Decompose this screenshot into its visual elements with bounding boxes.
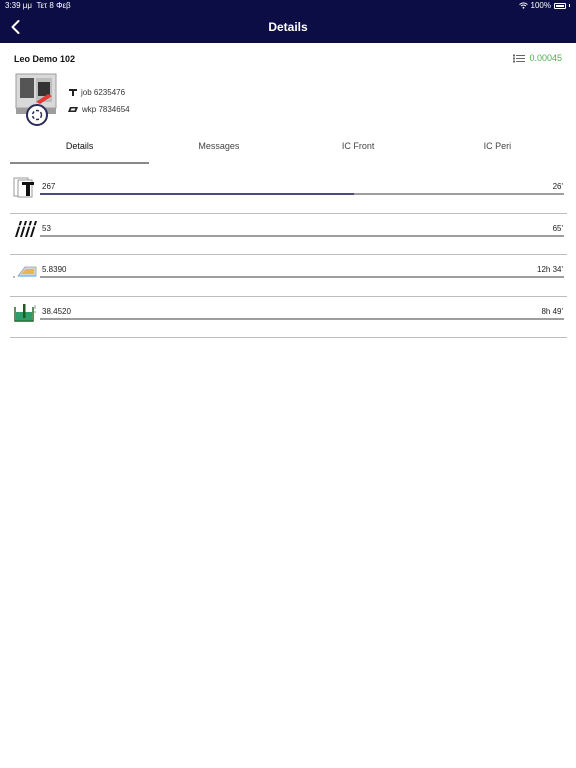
job-icon (69, 89, 77, 96)
machine-name: Leo Demo 102 (14, 54, 76, 64)
row-time: 8h 49' (541, 306, 563, 316)
list-item[interactable]: 38.4520 8h 49' (10, 297, 567, 338)
row-value: 38.4520 (42, 306, 71, 316)
list-item[interactable]: 5.8390 12h 34' (10, 255, 567, 297)
wkp-label: wkp 7834654 (82, 105, 130, 114)
blades-icon (12, 218, 38, 240)
job-label: job 6235476 (81, 88, 126, 97)
panel-stack-icon (12, 176, 38, 198)
progress-track (40, 317, 564, 320)
wkp-info: wkp 7834654 (68, 105, 130, 114)
battery-icon (554, 2, 566, 9)
row-time: 26' (552, 182, 563, 191)
row-time: 65' (552, 223, 563, 233)
tab-ic-front[interactable]: IC Front (289, 136, 428, 164)
list-counter-icon (513, 54, 526, 62)
details-list: 267 26' 53 65' 5.8390 12h 34' 38.4520 8h… (10, 172, 567, 338)
page-title: Details (268, 20, 308, 34)
progress-track (40, 234, 564, 237)
tab-messages[interactable]: Messages (149, 136, 288, 164)
battery-percent: 100% (530, 1, 551, 10)
row-value: 53 (42, 223, 51, 233)
wifi-icon (518, 2, 528, 9)
counter: 0.00045 (513, 53, 562, 63)
status-indicators: 100% (518, 1, 570, 10)
row-time: 12h 34' (537, 265, 563, 274)
coolant-tank-icon (12, 301, 38, 323)
list-item[interactable]: 267 26' (10, 172, 567, 214)
counter-value: 0.00045 (529, 53, 562, 63)
tab-bar: Details Messages IC Front IC Peri (10, 136, 567, 164)
status-bar: 3:39 μμ Τετ 8 Φεβ 100% (0, 0, 576, 12)
status-clock: 3:39 μμ (5, 1, 33, 10)
tab-details[interactable]: Details (10, 136, 150, 164)
row-value: 5.8390 (42, 265, 67, 274)
machine-image (14, 72, 60, 126)
progress-fill (40, 193, 355, 195)
progress-track (40, 193, 564, 195)
nav-bar: Details (0, 12, 576, 43)
battery-tip (569, 4, 570, 7)
status-date: Τετ 8 Φεβ (36, 1, 71, 10)
row-value: 267 (42, 182, 56, 191)
job-info: job 6235476 (68, 88, 125, 97)
list-item[interactable]: 53 65' (10, 214, 567, 255)
workpiece-icon (68, 107, 78, 112)
tab-ic-peri[interactable]: IC Peri (428, 136, 567, 164)
status-time: 3:39 μμ Τετ 8 Φεβ (5, 1, 71, 10)
wedge-icon (12, 259, 38, 281)
progress-track (40, 276, 564, 278)
